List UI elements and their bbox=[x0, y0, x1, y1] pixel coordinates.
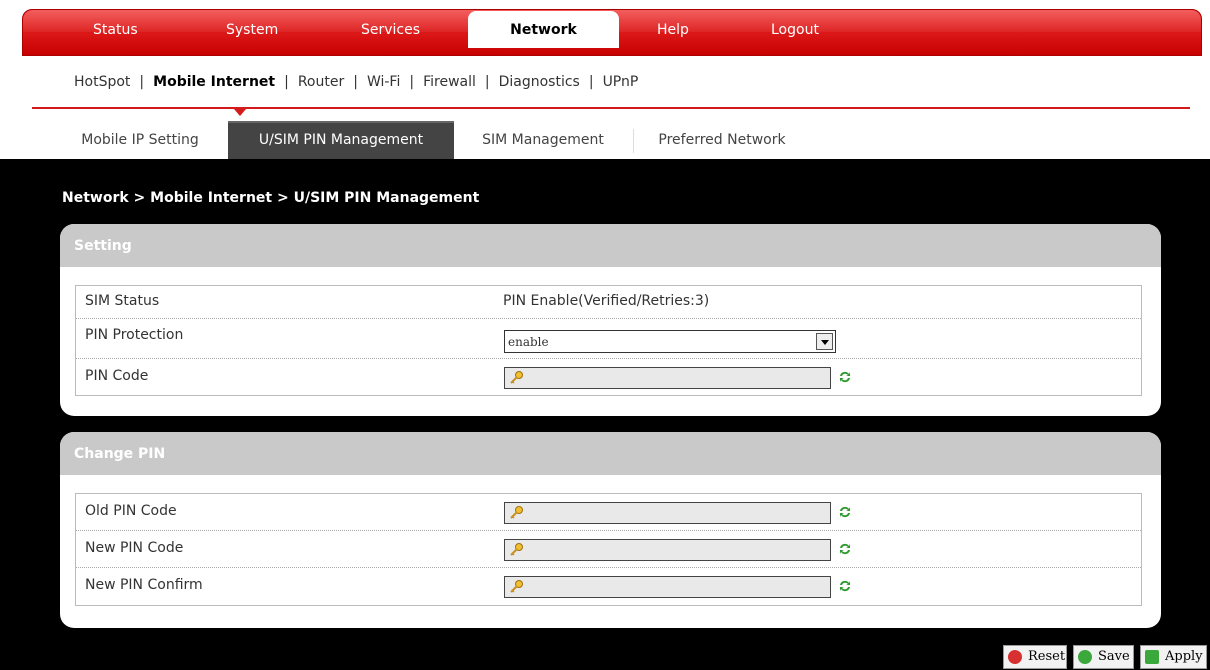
confirm-pin-row: New PIN Confirm bbox=[76, 568, 1141, 605]
topnav-network[interactable]: Network bbox=[468, 11, 619, 48]
apply-label: Apply bbox=[1165, 649, 1203, 664]
tab-mobile-ip-setting[interactable]: Mobile IP Setting bbox=[60, 121, 220, 159]
topnav-services[interactable]: Services bbox=[361, 22, 420, 38]
change-pin-panel-title: Change PIN bbox=[60, 432, 1161, 475]
subnav-separator: | bbox=[139, 74, 145, 90]
change-pin-table: Old PIN Code New PIN Code New PIN Confir… bbox=[75, 493, 1142, 606]
pin-protection-selected: enable bbox=[508, 335, 549, 349]
setting-panel: Setting SIM Status PIN Enable(Verified/R… bbox=[60, 224, 1161, 416]
pin-protection-label: PIN Protection bbox=[85, 327, 184, 343]
topnav-logout[interactable]: Logout bbox=[771, 22, 819, 38]
subnav-separator: | bbox=[284, 74, 289, 90]
apply-icon bbox=[1145, 650, 1159, 664]
refresh-icon[interactable] bbox=[838, 370, 852, 384]
old-pin-row: Old PIN Code bbox=[76, 494, 1141, 531]
subnav-underline bbox=[32, 107, 1190, 109]
sim-status-label: SIM Status bbox=[85, 293, 160, 309]
topnav-status[interactable]: Status bbox=[93, 22, 138, 38]
breadcrumb: Network > Mobile Internet > U/SIM PIN Ma… bbox=[62, 190, 480, 206]
save-label: Save bbox=[1098, 649, 1130, 664]
subnav-separator: | bbox=[484, 74, 490, 90]
subnav-mobile-internet[interactable]: Mobile Internet bbox=[153, 74, 275, 90]
chevron-down-icon[interactable] bbox=[816, 333, 833, 350]
tab-row: Mobile IP Setting U/SIM PIN Management S… bbox=[0, 121, 1210, 159]
refresh-icon[interactable] bbox=[838, 542, 852, 556]
new-pin-row: New PIN Code bbox=[76, 531, 1141, 568]
apply-button[interactable]: Apply bbox=[1140, 645, 1207, 669]
new-pin-label: New PIN Code bbox=[85, 540, 184, 556]
pin-code-input[interactable] bbox=[504, 367, 831, 389]
topnav-help[interactable]: Help bbox=[657, 22, 689, 38]
reset-button[interactable]: Reset bbox=[1003, 645, 1067, 669]
confirm-pin-input[interactable] bbox=[504, 576, 831, 598]
subnav-firewall[interactable]: Firewall bbox=[423, 74, 476, 90]
new-pin-input[interactable] bbox=[504, 539, 831, 561]
subnav-separator: | bbox=[353, 74, 358, 90]
sim-status-row: SIM Status PIN Enable(Verified/Retries:3… bbox=[76, 286, 1141, 319]
tab-divider bbox=[633, 129, 634, 153]
tab-usim-pin-management[interactable]: U/SIM PIN Management bbox=[228, 121, 454, 159]
sim-status-value: PIN Enable(Verified/Retries:3) bbox=[503, 293, 710, 309]
refresh-icon[interactable] bbox=[838, 579, 852, 593]
key-icon bbox=[510, 580, 523, 593]
confirm-pin-label: New PIN Confirm bbox=[85, 577, 203, 593]
tab-preferred-network[interactable]: Preferred Network bbox=[637, 121, 807, 159]
subnav-active-pointer bbox=[234, 109, 246, 116]
key-icon bbox=[510, 371, 523, 384]
subnav-wifi[interactable]: Wi-Fi bbox=[367, 74, 400, 90]
pin-code-label: PIN Code bbox=[85, 368, 149, 384]
change-pin-panel: Change PIN Old PIN Code New PIN Code New… bbox=[60, 432, 1161, 628]
topnav-system[interactable]: System bbox=[226, 22, 278, 38]
reset-label: Reset bbox=[1028, 649, 1066, 664]
pin-code-row: PIN Code bbox=[76, 359, 1141, 395]
save-button[interactable]: Save bbox=[1073, 645, 1134, 669]
subnav-hotspot[interactable]: HotSpot bbox=[74, 74, 130, 90]
pin-protection-row: PIN Protection enable bbox=[76, 319, 1141, 359]
save-icon bbox=[1078, 650, 1092, 664]
reset-icon bbox=[1008, 650, 1022, 664]
tab-sim-management[interactable]: SIM Management bbox=[458, 121, 628, 159]
subnav-separator: | bbox=[588, 74, 594, 90]
old-pin-input[interactable] bbox=[504, 502, 831, 524]
content-area: Network > Mobile Internet > U/SIM PIN Ma… bbox=[0, 159, 1210, 670]
key-icon bbox=[510, 543, 523, 556]
subnav-router[interactable]: Router bbox=[298, 74, 344, 90]
refresh-icon[interactable] bbox=[838, 505, 852, 519]
setting-table: SIM Status PIN Enable(Verified/Retries:3… bbox=[75, 285, 1142, 396]
key-icon bbox=[510, 506, 523, 519]
subnav-separator: | bbox=[409, 74, 415, 90]
subnav: HotSpot | Mobile Internet | Router | Wi-Fi | Fir… bbox=[74, 74, 638, 90]
setting-panel-title: Setting bbox=[60, 224, 1161, 267]
pin-protection-select[interactable]: enable bbox=[504, 330, 836, 353]
subnav-diagnostics[interactable]: Diagnostics bbox=[499, 74, 580, 90]
old-pin-label: Old PIN Code bbox=[85, 503, 177, 519]
subnav-upnp[interactable]: UPnP bbox=[603, 74, 639, 90]
